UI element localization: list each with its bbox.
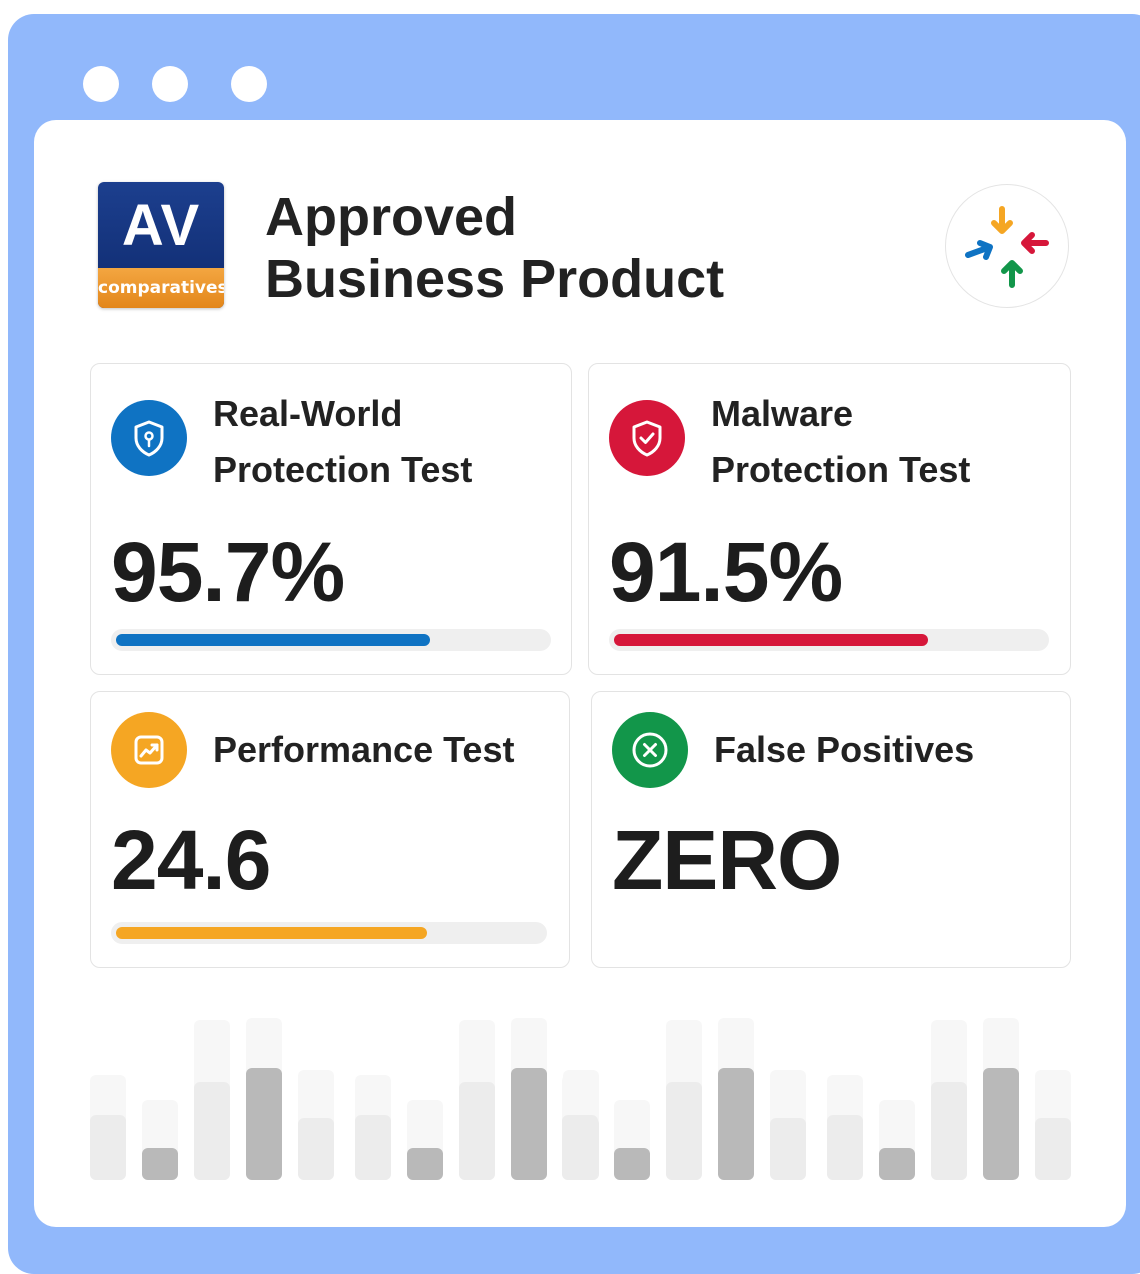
window-dot bbox=[152, 66, 188, 102]
card-label-line-2: Protection Test bbox=[711, 449, 971, 490]
decorative-bar bbox=[194, 1082, 230, 1180]
arrows-converge-icon bbox=[965, 206, 1049, 288]
card-label-line-2: Protection Test bbox=[213, 449, 473, 490]
card-label: False Positives bbox=[714, 729, 975, 770]
shield-check-icon bbox=[609, 400, 685, 476]
trend-up-icon bbox=[111, 712, 187, 788]
card-label: Real-World Protection Test bbox=[213, 386, 563, 498]
progress-track bbox=[111, 922, 547, 944]
brand-badge bbox=[945, 184, 1069, 308]
decorative-bar bbox=[1035, 1118, 1071, 1180]
card-label-line-1: Malware bbox=[711, 393, 854, 434]
decorative-bar bbox=[298, 1118, 334, 1180]
decorative-bar-chart bbox=[90, 1010, 1071, 1180]
decorative-bar bbox=[90, 1115, 126, 1180]
window-dot bbox=[231, 66, 267, 102]
card-false-positives: False Positives ZERO bbox=[591, 691, 1071, 968]
shield-keyhole-icon bbox=[111, 400, 187, 476]
decorative-bar bbox=[459, 1082, 495, 1180]
progress-track bbox=[609, 629, 1049, 651]
card-label: Malware Protection Test bbox=[711, 386, 1061, 498]
logo-main-text: AV bbox=[121, 193, 201, 258]
av-comparatives-logo: AV comparatives bbox=[98, 182, 224, 308]
circle-x-icon bbox=[612, 712, 688, 788]
card-label: Performance Test bbox=[213, 729, 515, 770]
decorative-bar bbox=[246, 1068, 282, 1180]
card-value: 91.5% bbox=[609, 525, 843, 619]
card-real-world-protection: Real-World Protection Test 95.7% bbox=[90, 363, 572, 675]
card-value: ZERO bbox=[612, 813, 842, 907]
decorative-bar bbox=[142, 1148, 178, 1180]
decorative-bar bbox=[355, 1115, 391, 1180]
decorative-bar bbox=[511, 1068, 547, 1180]
decorative-bar bbox=[666, 1082, 702, 1180]
decorative-bar bbox=[931, 1082, 967, 1180]
decorative-bar bbox=[827, 1115, 863, 1180]
progress-track bbox=[111, 629, 551, 651]
logo-band-text: comparatives bbox=[98, 268, 224, 308]
title-line-2: Business Product bbox=[265, 249, 725, 309]
card-performance-test: Performance Test 24.6 bbox=[90, 691, 570, 968]
decorative-bar bbox=[614, 1148, 650, 1180]
progress-fill bbox=[116, 634, 430, 646]
decorative-bar bbox=[562, 1115, 598, 1180]
decorative-bar bbox=[983, 1068, 1019, 1180]
decorative-bar bbox=[407, 1148, 443, 1180]
card-value: 95.7% bbox=[111, 525, 345, 619]
card-label-line-1: Real-World bbox=[213, 393, 403, 434]
progress-fill bbox=[116, 927, 427, 939]
decorative-bar bbox=[879, 1148, 915, 1180]
window-dot bbox=[83, 66, 119, 102]
card-malware-protection: Malware Protection Test 91.5% bbox=[588, 363, 1071, 675]
title-line-1: Approved bbox=[265, 187, 518, 247]
card-value: 24.6 bbox=[111, 813, 271, 907]
decorative-bar bbox=[718, 1068, 754, 1180]
decorative-bar bbox=[770, 1118, 806, 1180]
page-title: Approved Business Product bbox=[265, 186, 724, 310]
progress-fill bbox=[614, 634, 928, 646]
